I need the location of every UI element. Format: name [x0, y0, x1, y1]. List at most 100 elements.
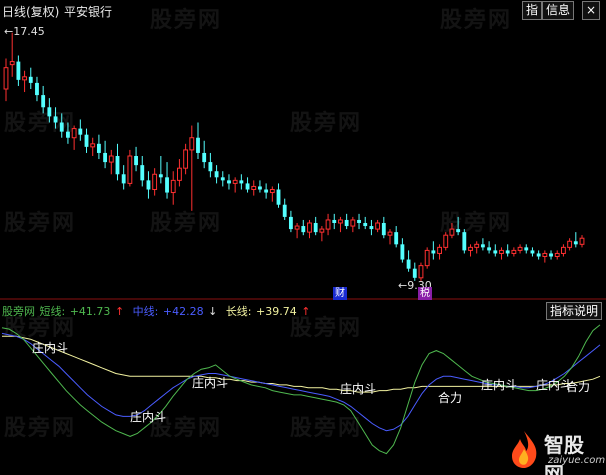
- flame-icon: [512, 431, 537, 468]
- finance-badge[interactable]: 财: [333, 287, 347, 300]
- candle-body: [418, 265, 424, 279]
- candle-body: [276, 189, 281, 205]
- long-value: +39.74: [256, 305, 297, 318]
- candle-body: [90, 143, 96, 148]
- annotation-label: 庄内斗: [130, 410, 167, 424]
- candle-body: [511, 249, 517, 254]
- candle-body: [536, 253, 541, 257]
- mid-label: 中线:: [132, 305, 159, 318]
- candle-body: [47, 107, 52, 117]
- candle-body: [251, 185, 257, 190]
- candle-body: [227, 180, 231, 184]
- candle-body: [332, 219, 337, 223]
- candle-body: [524, 247, 529, 251]
- candle-body: [424, 249, 430, 267]
- candle-body: [456, 229, 461, 233]
- candle-body: [357, 219, 361, 223]
- candle-body: [307, 222, 312, 233]
- candle-body: [134, 156, 138, 166]
- candle-body: [350, 219, 356, 227]
- candle-body: [499, 249, 504, 254]
- logo-url: zaiyue.com: [548, 455, 606, 466]
- candle-body: [554, 252, 560, 257]
- candle-body: [480, 244, 485, 248]
- long-label: 长线:: [225, 305, 252, 318]
- candle-body: [406, 259, 411, 269]
- candle-body: [560, 246, 566, 254]
- candle-body: [183, 149, 189, 169]
- candle-body: [16, 61, 21, 80]
- candle-body: [487, 247, 492, 251]
- candle-body: [258, 186, 262, 190]
- candle-body: [41, 95, 46, 108]
- candlestick-series: [3, 32, 585, 281]
- candle-body: [22, 76, 28, 81]
- candle-body: [468, 246, 473, 251]
- site-logo: 智股网 zaiyue.com: [504, 427, 606, 475]
- candle-body: [579, 237, 585, 245]
- mid-arrow: ↓: [208, 305, 218, 318]
- candle-body: [282, 204, 287, 217]
- candle-body: [35, 82, 39, 96]
- candle-body: [3, 67, 9, 90]
- mid-value: +42.28: [162, 305, 204, 318]
- candle-body: [313, 223, 318, 233]
- tax-badge[interactable]: 税: [418, 287, 432, 300]
- short-value: +41.73: [69, 305, 111, 318]
- annotation-label: 庄内斗: [481, 378, 518, 392]
- candle-body: [344, 219, 349, 227]
- short-arrow: ↑: [114, 305, 125, 318]
- candle-body: [176, 167, 182, 181]
- candle-body: [443, 234, 449, 248]
- candle-body: [505, 250, 510, 254]
- candle-body: [84, 134, 89, 147]
- long-arrow: ↑: [301, 305, 311, 318]
- chart-canvas: ←17.45 ←9.30: [0, 25, 606, 455]
- candle-body: [245, 183, 250, 190]
- candle-body: [158, 174, 163, 178]
- candle-body: [542, 252, 548, 257]
- candle-body: [146, 180, 151, 190]
- candle-body: [127, 155, 133, 184]
- candle-body: [165, 177, 169, 193]
- candle-body: [294, 225, 300, 230]
- candle-body: [387, 231, 393, 236]
- candle-body: [239, 180, 244, 184]
- candle-body: [431, 250, 436, 254]
- candle-body: [78, 128, 83, 135]
- short-label: 短线:: [39, 305, 66, 318]
- annotation-label: 庄内斗: [340, 382, 377, 396]
- candle-body: [53, 116, 58, 123]
- candle-body: [28, 76, 33, 83]
- candle-body: [288, 216, 293, 230]
- candle-body: [264, 189, 269, 193]
- candle-body: [319, 228, 325, 233]
- candle-body: [412, 268, 417, 278]
- indicator-explain-button[interactable]: 指标说明: [545, 302, 602, 320]
- candle-body: [493, 250, 498, 254]
- candle-body: [449, 228, 455, 236]
- annotation-label: 合力: [438, 391, 463, 405]
- indicator-name: 股旁网: [2, 305, 35, 318]
- candle-body: [301, 226, 306, 233]
- logo-name: 智股网: [544, 433, 584, 475]
- candle-body: [96, 143, 101, 153]
- candle-body: [103, 152, 108, 163]
- annotation-label: 庄内斗: [32, 341, 69, 355]
- annotation-label: 庄内斗: [192, 376, 229, 390]
- candle-body: [108, 155, 114, 163]
- candle-body: [369, 226, 374, 230]
- candle-body: [196, 137, 200, 153]
- candle-body: [363, 223, 368, 227]
- candle-body: [400, 244, 405, 260]
- candle-body: [115, 156, 120, 175]
- candle-body: [462, 232, 467, 251]
- candle-body: [59, 122, 64, 132]
- candle-body: [549, 253, 553, 257]
- candle-body: [140, 165, 145, 181]
- candle-body: [9, 61, 15, 66]
- candle-body: [375, 222, 381, 230]
- candle-body: [437, 246, 442, 254]
- candle-body: [573, 241, 578, 245]
- candle-body: [530, 250, 535, 254]
